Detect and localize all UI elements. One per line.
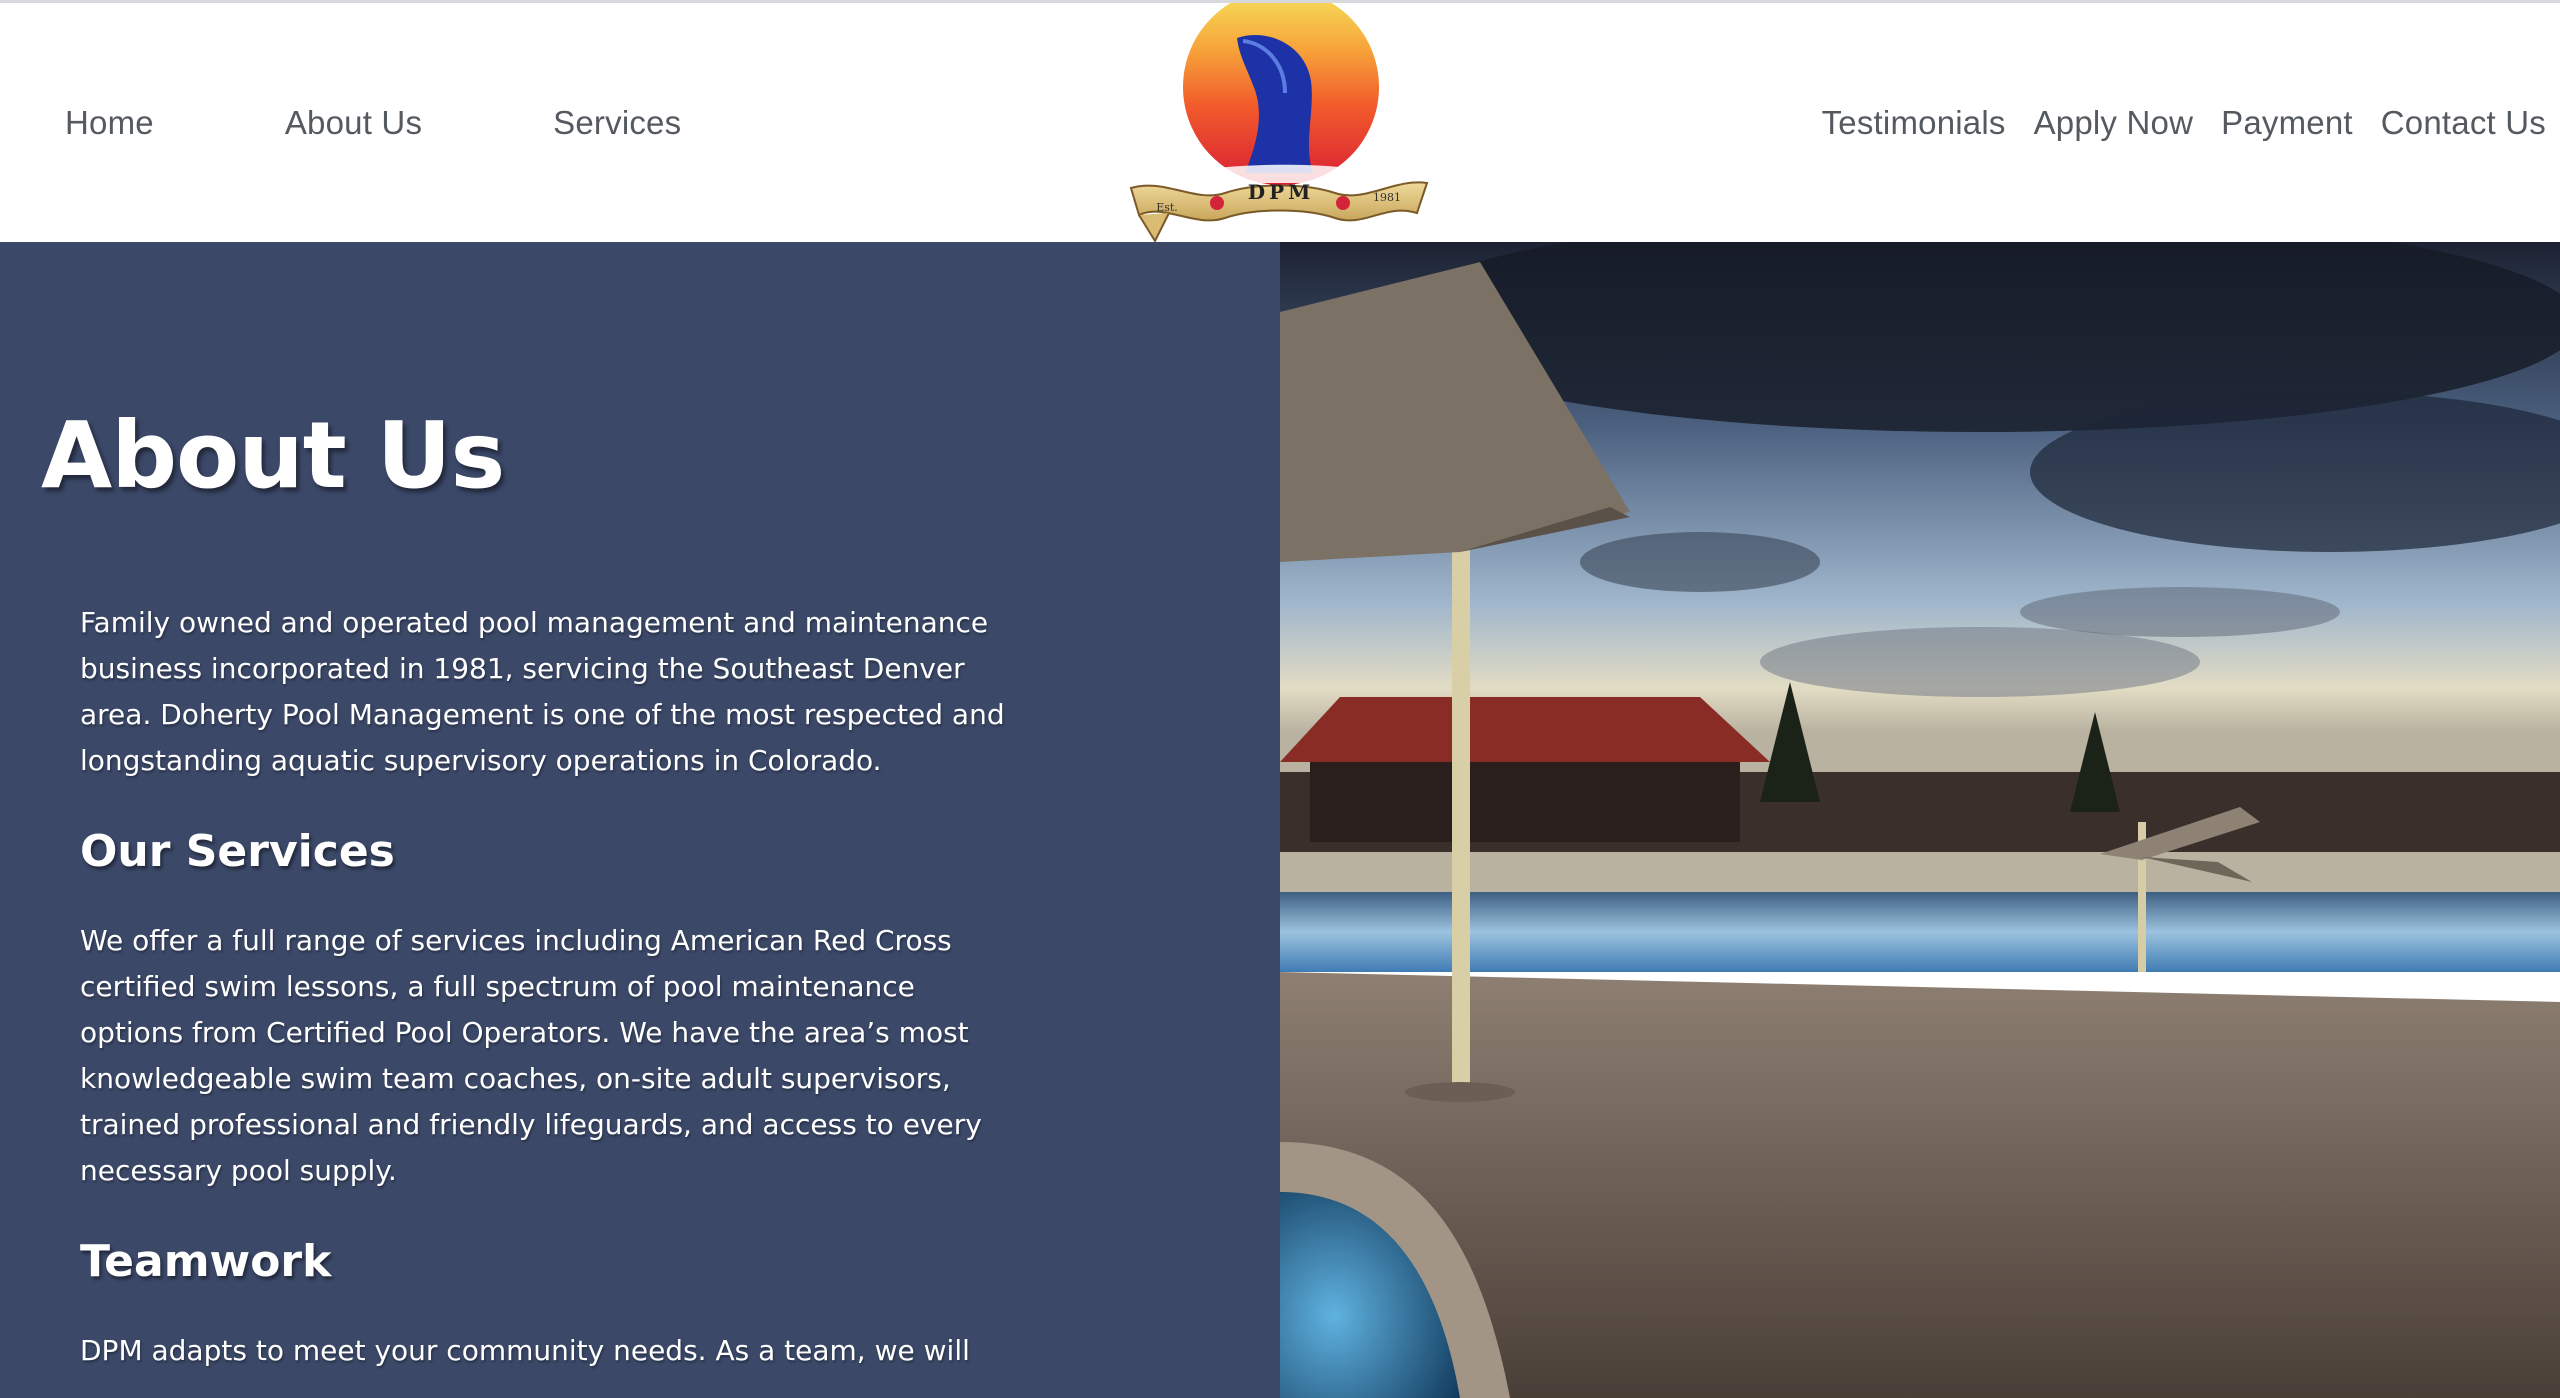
teamwork-heading: Teamwork	[80, 1236, 332, 1287]
site-header: Home About Us Services DPM Est. 1981 Tes…	[0, 3, 2560, 243]
nav-testimonials[interactable]: Testimonials	[1822, 104, 2006, 142]
nav-about-us[interactable]: About Us	[285, 104, 422, 142]
logo-year-text: 1981	[1373, 191, 1401, 204]
pool-photo	[1280, 242, 2560, 1398]
services-heading: Our Services	[80, 826, 395, 877]
nav-left: Home About Us Services	[65, 3, 812, 242]
nav-home[interactable]: Home	[65, 104, 154, 142]
teamwork-paragraph: DPM adapts to meet your community needs.…	[80, 1334, 970, 1367]
about-content: Family owned and operated pool managemen…	[80, 600, 1010, 1374]
nav-right: Testimonials Apply Now Payment Contact U…	[1794, 3, 2546, 242]
logo-banner-text: DPM	[1248, 180, 1315, 204]
about-panel: About Us Family owned and operated pool …	[0, 242, 1280, 1398]
dpm-logo[interactable]: DPM Est. 1981	[1125, 3, 1431, 243]
logo-est-text: Est.	[1156, 201, 1178, 214]
nav-payment[interactable]: Payment	[2221, 104, 2353, 142]
services-paragraph: We offer a full range of services includ…	[80, 924, 982, 1187]
page-title: About Us	[41, 402, 505, 509]
intro-paragraph: Family owned and operated pool managemen…	[80, 606, 1005, 777]
nav-services[interactable]: Services	[553, 104, 681, 142]
pool-scene-image	[1280, 242, 2560, 1398]
nav-contact-us[interactable]: Contact Us	[2381, 104, 2546, 142]
nav-apply-now[interactable]: Apply Now	[2034, 104, 2194, 142]
